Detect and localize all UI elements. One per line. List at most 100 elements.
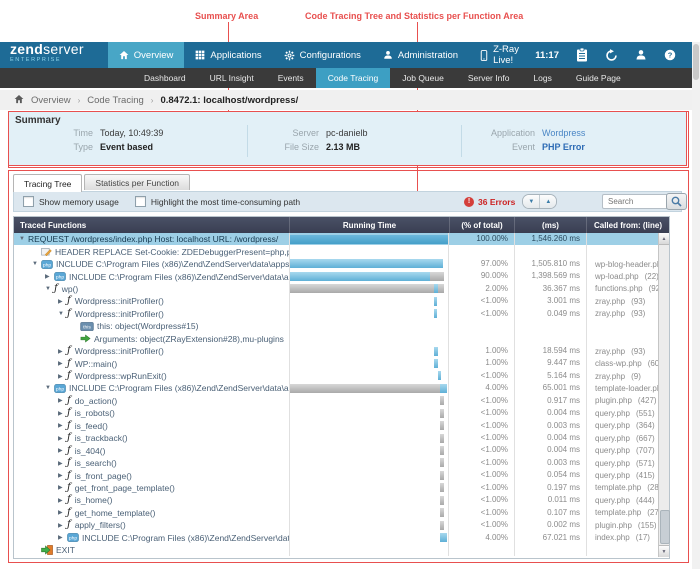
expand-right-icon[interactable]: ▶ xyxy=(58,447,67,454)
expand-right-icon[interactable]: ▶ xyxy=(58,460,67,467)
subnav-item-job-queue[interactable]: Job Queue xyxy=(390,68,456,88)
subnav-item-code-tracing[interactable]: Code Tracing xyxy=(316,68,391,88)
nav-item-configurations[interactable]: Configurations xyxy=(273,42,372,68)
expand-right-icon[interactable]: ▶ xyxy=(58,348,67,355)
tree-row-exit[interactable]: EXIT xyxy=(14,544,669,556)
running-time-bar xyxy=(440,508,444,517)
tree-row-wp-main[interactable]: ▶ƒWP::main()1.00%9.447 msclass-wp.php(60… xyxy=(14,357,669,369)
tree-row-apply-filters[interactable]: ▶ƒapply_filters()<1.00%0.002 msplugin.ph… xyxy=(14,519,669,531)
tree-row-include-c-program-files[interactable]: ▼phpINCLUDE C:\Program Files (x86)\Zend\… xyxy=(14,258,669,270)
scroll-up-button[interactable]: ▲ xyxy=(659,233,669,245)
checkbox-icon[interactable] xyxy=(23,196,34,207)
traced-function-label: this: object(Wordpress#15) xyxy=(97,321,198,331)
expand-right-icon[interactable]: ▶ xyxy=(58,410,67,417)
highlight-path-checkbox[interactable]: Highlight the most time-consuming path xyxy=(135,196,300,207)
nav-item-administration[interactable]: Administration xyxy=(372,42,469,68)
percent-of-total-cell: <1.00% xyxy=(449,370,514,382)
tree-row-wordpress-initprofiler[interactable]: ▶ƒWordpress::initProfiler()1.00%18.594 m… xyxy=(14,345,669,357)
breadcrumb-item-code-tracing[interactable]: Code Tracing xyxy=(87,95,144,106)
tree-row-do-action[interactable]: ▶ƒdo_action()<1.00%0.917 msplugin.php(42… xyxy=(14,395,669,407)
table-scrollbar[interactable]: ▲ ▼ xyxy=(658,233,669,557)
nav-item-applications[interactable]: Applications xyxy=(184,42,272,68)
subnav-item-server-info[interactable]: Server Info xyxy=(456,68,522,88)
search-input[interactable] xyxy=(602,194,672,209)
show-memory-usage-checkbox[interactable]: Show memory usage xyxy=(23,196,119,207)
running-time-bar xyxy=(290,235,448,244)
expand-right-icon[interactable]: ▶ xyxy=(58,497,67,504)
tree-row-is-search[interactable]: ▶ƒis_search()<1.00%0.003 msquery.php(571… xyxy=(14,457,669,469)
milliseconds-cell: 0.003 ms xyxy=(514,420,586,432)
expand-right-icon[interactable]: ▶ xyxy=(58,422,67,429)
tree-row-wordpress-initprofiler[interactable]: ▶ƒWordpress::initProfiler()<1.00%3.001 m… xyxy=(14,295,669,307)
tree-row-this-object-wordpress-1[interactable]: thisthis: object(Wordpress#15) xyxy=(14,320,669,332)
tree-row-is-trackback[interactable]: ▶ƒis_trackback()<1.00%0.004 msquery.php(… xyxy=(14,432,669,444)
tree-row-include-c-program-files[interactable]: ▶phpINCLUDE C:\Program Files (x86)\Zend\… xyxy=(14,270,669,282)
tree-row-is-robots[interactable]: ▶ƒis_robots()<1.00%0.004 msquery.php(551… xyxy=(14,407,669,419)
tree-row-is-404[interactable]: ▶ƒis_404()<1.00%0.004 msquery.php(707) xyxy=(14,444,669,456)
user-icon[interactable] xyxy=(635,48,647,62)
milliseconds-cell: 5.164 ms xyxy=(514,370,586,382)
tree-row-header-replace-set-cooki[interactable]: HEADER REPLACE Set-Cookie: ZDEDebuggerPr… xyxy=(14,245,669,257)
tab-tracing-tree[interactable]: Tracing Tree xyxy=(13,174,82,192)
expand-down-icon[interactable]: ▼ xyxy=(58,311,67,317)
svg-text:php: php xyxy=(56,386,64,392)
scroll-down-button[interactable]: ▼ xyxy=(659,545,669,557)
called-from-file: class-wp.php xyxy=(595,359,642,368)
expand-right-icon[interactable]: ▶ xyxy=(58,435,67,442)
tree-row-get-home-template[interactable]: ▶ƒget_home_template()<1.00%0.107 mstempl… xyxy=(14,507,669,519)
expand-down-icon[interactable]: ▼ xyxy=(45,385,54,391)
tree-row-is-front-page[interactable]: ▶ƒis_front_page()<1.00%0.054 msquery.php… xyxy=(14,469,669,481)
subnav-item-guide-page[interactable]: Guide Page xyxy=(564,68,633,88)
expand-right-icon[interactable]: ▶ xyxy=(58,472,67,479)
nav-item-z-ray-live[interactable]: Z-Ray Live! xyxy=(469,42,535,68)
running-time-bar xyxy=(434,297,437,306)
nav-item-overview[interactable]: Overview xyxy=(108,42,185,68)
tree-row-arguments-object-zrayex[interactable]: Arguments: object(ZRayExtension#28),mu-p… xyxy=(14,333,669,345)
tree-row-wp[interactable]: ▼ƒwp()2.00%36.367 msfunctions.php(927) xyxy=(14,283,669,295)
expand-down-icon[interactable]: ▼ xyxy=(45,286,54,292)
scrollbar-thumb[interactable] xyxy=(660,510,670,544)
tree-row-request-wordpress-index[interactable]: ▼REQUEST /wordpress/index.php Host: loca… xyxy=(14,233,669,245)
tree-row-include-c-program-files[interactable]: ▼phpINCLUDE C:\Program Files (x86)\Zend\… xyxy=(14,382,669,394)
refresh-icon[interactable] xyxy=(605,48,618,62)
breadcrumb-item-overview[interactable]: Overview xyxy=(31,95,71,106)
tree-row-include-c-program-files[interactable]: ▶phpINCLUDE C:\Program Files (x86)\Zend\… xyxy=(14,532,669,544)
expand-right-icon[interactable]: ▶ xyxy=(58,509,67,516)
summary-field-value[interactable]: Wordpress xyxy=(542,128,585,138)
tab-statistics-per-function[interactable]: Statistics per Function xyxy=(84,174,190,190)
tree-row-wordpress-wprunexit[interactable]: ▶ƒWordpress::wpRunExit()<1.00%5.164 mszr… xyxy=(14,370,669,382)
percent-of-total-cell: <1.00% xyxy=(449,395,514,407)
zend-server-logo[interactable]: zendserver ENTERPRISE xyxy=(10,44,84,66)
tree-row-get-front-page-template[interactable]: ▶ƒget_front_page_template()<1.00%0.197 m… xyxy=(14,482,669,494)
tree-row-is-feed[interactable]: ▶ƒis_feed()<1.00%0.003 msquery.php(364) xyxy=(14,420,669,432)
search-button[interactable] xyxy=(666,193,687,210)
running-time-bar xyxy=(440,496,444,505)
prev-error-button[interactable]: ▼ xyxy=(523,195,539,208)
expand-right-icon[interactable]: ▶ xyxy=(58,373,67,380)
expand-right-icon[interactable]: ▶ xyxy=(58,397,67,404)
expand-right-icon[interactable]: ▶ xyxy=(45,273,54,280)
subnav-item-logs[interactable]: Logs xyxy=(521,68,563,88)
expand-right-icon[interactable]: ▶ xyxy=(58,534,67,541)
summary-field-value[interactable]: PHP Error xyxy=(542,142,585,152)
clipboard-icon[interactable] xyxy=(576,48,588,62)
subnav-item-events[interactable]: Events xyxy=(266,68,316,88)
subnav-item-dashboard[interactable]: Dashboard xyxy=(132,68,198,88)
page-scrollbar-thumb[interactable] xyxy=(693,44,699,80)
page-scrollbar[interactable] xyxy=(692,42,700,569)
subnav-item-url-insight[interactable]: URL Insight xyxy=(198,68,266,88)
next-error-button[interactable]: ▲ xyxy=(539,195,556,208)
expand-right-icon[interactable]: ▶ xyxy=(58,298,67,305)
tree-row-is-home[interactable]: ▶ƒis_home()<1.00%0.011 msquery.php(444) xyxy=(14,494,669,506)
expand-right-icon[interactable]: ▶ xyxy=(58,484,67,491)
expand-down-icon[interactable]: ▼ xyxy=(32,261,41,267)
expand-right-icon[interactable]: ▶ xyxy=(58,360,67,367)
checkbox-icon[interactable] xyxy=(135,196,146,207)
help-icon[interactable]: ? xyxy=(664,48,676,62)
running-time-bar xyxy=(440,434,444,443)
header-icons: ? xyxy=(576,48,676,62)
expand-right-icon[interactable]: ▶ xyxy=(58,522,67,529)
tree-row-wordpress-initprofiler[interactable]: ▼ƒWordpress::initProfiler()<1.00%0.049 m… xyxy=(14,308,669,320)
expand-down-icon[interactable]: ▼ xyxy=(19,236,28,242)
breadcrumb-home-icon[interactable] xyxy=(14,94,24,107)
